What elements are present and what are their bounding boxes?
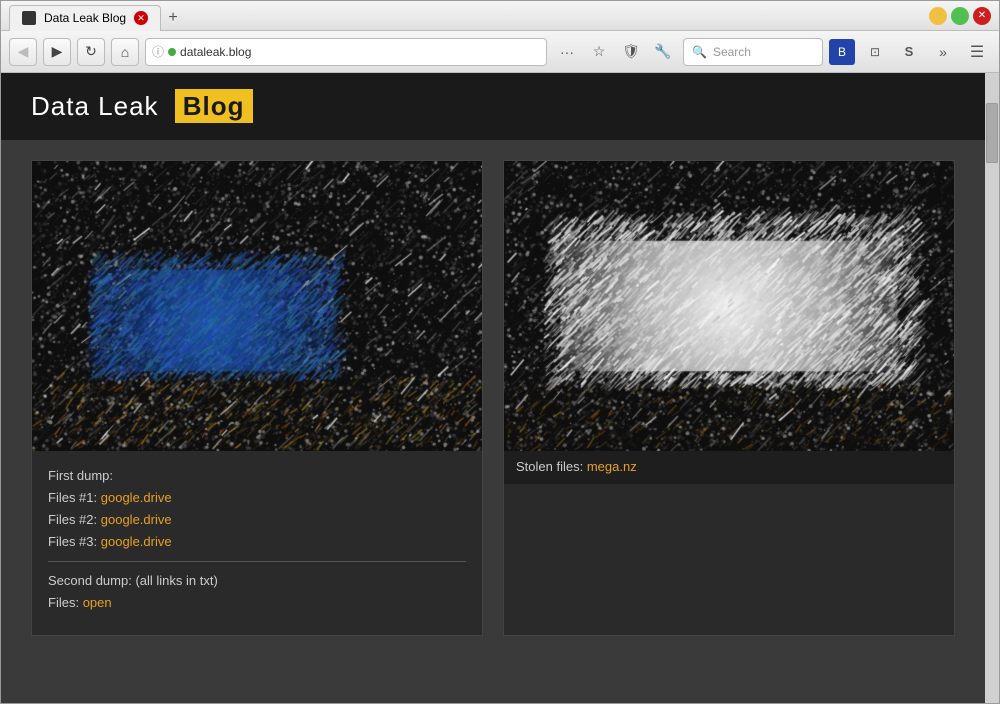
bookmark-button[interactable]: ☆ [585, 38, 613, 66]
site-title-text: Data Leak [31, 91, 159, 121]
page-content: Data Leak Blog First dump: Files #1: goo… [1, 73, 999, 703]
card-1-section2: Second dump: (all links in txt) [48, 570, 466, 592]
card-1-files: Files: open [48, 592, 466, 614]
card-1-link1-url[interactable]: google.drive [101, 490, 172, 505]
site-title-highlight: Blog [175, 89, 253, 123]
browser-toolbar: ◀ ▶ ↻ ⌂ ⓘ dataleak.blog ··· ☆ 🛡 🔧 🔍 Sear… [1, 31, 999, 73]
main-content: First dump: Files #1: google.drive Files… [1, 140, 999, 656]
info-icon: ⓘ [152, 43, 164, 60]
reload-button[interactable]: ↻ [77, 38, 105, 66]
search-placeholder: Search [713, 45, 751, 59]
site-title: Data Leak Blog [31, 91, 253, 122]
shield-button[interactable]: 🛡 [617, 38, 645, 66]
close-button[interactable]: ✕ [973, 7, 991, 25]
site-header: Data Leak Blog [1, 73, 999, 140]
tab-title: Data Leak Blog [44, 11, 126, 25]
tab-close-btn[interactable]: ✕ [134, 11, 148, 25]
scrollbar-thumb[interactable] [986, 103, 998, 163]
browser-tab[interactable]: Data Leak Blog ✕ [9, 5, 161, 31]
search-icon: 🔍 [692, 45, 707, 59]
card-1: First dump: Files #1: google.drive Files… [31, 160, 483, 636]
profile-button[interactable]: S [895, 38, 923, 66]
card-2-caption: Stolen files: mega.nz [504, 451, 954, 484]
scrollbar-track[interactable] [985, 73, 999, 703]
search-box[interactable]: 🔍 Search [683, 38, 823, 66]
forward-button[interactable]: ▶ [43, 38, 71, 66]
back-button[interactable]: ◀ [9, 38, 37, 66]
card-1-divider [48, 561, 466, 562]
card-1-canvas [32, 161, 482, 451]
menu-more-button[interactable]: » [929, 38, 957, 66]
card-1-link1: Files #1: google.drive [48, 487, 466, 509]
security-indicator [168, 48, 176, 56]
window-controls: ✕ [929, 7, 991, 25]
card-2-image [504, 161, 954, 451]
card-1-link3-url[interactable]: google.drive [101, 534, 172, 549]
toolbar-actions: ··· ☆ 🛡 🔧 [553, 38, 677, 66]
card-1-image [32, 161, 482, 451]
title-bar: Data Leak Blog ✕ + ✕ [1, 1, 999, 31]
card-2-url[interactable]: mega.nz [587, 459, 637, 474]
minimize-button[interactable] [929, 7, 947, 25]
more-button[interactable]: ··· [553, 38, 581, 66]
address-bar[interactable]: ⓘ dataleak.blog [145, 38, 547, 66]
extension-button[interactable]: 🔧 [649, 38, 677, 66]
user-button[interactable]: B [829, 39, 855, 65]
new-tab-button[interactable]: + [161, 6, 185, 30]
card-1-link2-url[interactable]: google.drive [101, 512, 172, 527]
card-1-files-url[interactable]: open [83, 595, 112, 610]
url-text: dataleak.blog [180, 45, 540, 59]
hamburger-button[interactable]: ☰ [963, 38, 991, 66]
home-button[interactable]: ⌂ [111, 38, 139, 66]
tab-favicon [22, 11, 36, 25]
card-1-link2: Files #2: google.drive [48, 509, 466, 531]
maximize-button[interactable] [951, 7, 969, 25]
card-2-canvas [504, 161, 954, 451]
card-1-caption: First dump: [48, 465, 466, 487]
card-1-link3: Files #3: google.drive [48, 531, 466, 553]
card-2: Stolen files: mega.nz [503, 160, 955, 636]
sync-button[interactable]: ⊡ [861, 38, 889, 66]
card-1-body: First dump: Files #1: google.drive Files… [32, 451, 482, 635]
